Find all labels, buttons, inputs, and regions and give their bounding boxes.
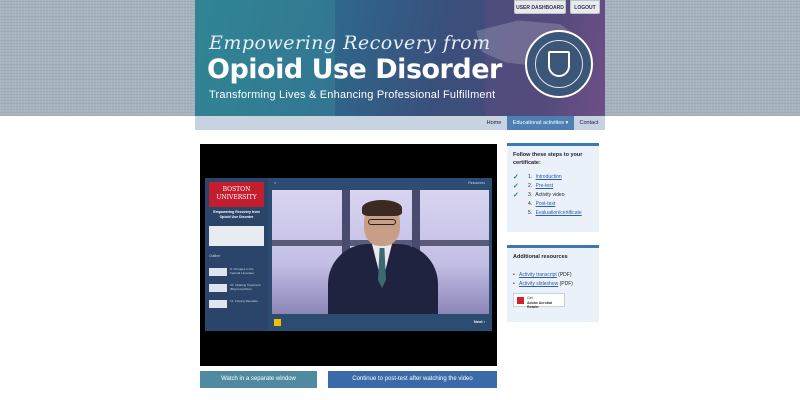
adobe-reader-text: Adobe Acrobat Reader [527,301,552,309]
get-adobe-reader-button[interactable]: Get Adobe Acrobat Reader [513,293,565,309]
checkmark-icon: ✓ [513,174,519,181]
outline-thumbnail [209,268,227,276]
activity-slideshow-link[interactable]: Activity slideshow [519,281,558,287]
video-player[interactable]: BOSTON UNIVERSITY Empowering Recovery fr… [200,144,497,366]
nav-contact[interactable]: Contact [576,116,602,130]
seal-logo [525,30,593,98]
activity-transcript-link[interactable]: Activity transcript [519,272,557,278]
step-label-activity-video: Activity video [535,192,565,198]
steps-list: ✓ 1. Introduction ✓ 2. Pre-test ✓ 3. Act… [513,173,593,218]
step-number: 2. [528,183,533,189]
menu-icon[interactable]: ≡ [274,181,276,185]
outline-thumbnail [209,284,227,292]
nav-home[interactable]: Home [484,116,504,130]
video-frame [272,190,489,314]
step-item: 5. Evaluation/certificate [513,209,593,218]
outline-item[interactable]: 11. Closing Remarks [209,298,264,310]
resource-item: Activity transcript (PDF) [513,271,593,280]
player-sidebar: BOSTON UNIVERSITY Empowering Recovery fr… [205,178,268,331]
continue-post-test-button[interactable]: Continue to post-test after watching the… [328,371,497,388]
presenter-glasses [368,219,396,225]
resources-card-title: Additional resources [513,254,568,260]
presenter-image [328,200,438,314]
outline-item-label: 11. Closing Remarks [230,299,258,303]
resources-button[interactable]: Resources [468,181,485,185]
outline-item-label: 10. Initiating Treatment (Buprenorphine) [230,283,261,291]
step-link-pre-test[interactable]: Pre-test [536,183,554,189]
resource-format: (PDF) [558,281,573,287]
step-item: ✓ 2. Pre-test [513,182,593,191]
checkmark-icon: ✓ [513,183,519,190]
step-number: 1. [528,174,533,180]
step-number: 4. [528,201,533,207]
boston-university-logo: BOSTON UNIVERSITY [209,182,264,207]
user-dashboard-button[interactable]: USER DASHBOARD [514,0,566,14]
step-item: ✓ 1. Introduction [513,173,593,182]
adobe-get-text: Get [527,296,533,300]
outline-thumbnail [209,300,227,308]
sidebar-slide-preview [209,226,264,246]
nav-educational-activities[interactable]: Educational activities ▾ [507,116,574,130]
shield-icon [548,51,570,77]
outline-item-label: 9. Changes in the Federal Lanscape [230,267,255,275]
main-nav: Home Educational activities ▾ Contact [195,116,605,130]
step-item: ✓ 3. Activity video [513,191,593,200]
step-item: 4. Post-test [513,200,593,209]
steps-card: Follow these steps to your certificate: … [507,143,599,232]
resource-format: (PDF) [556,272,572,278]
resource-item: Activity slideshow (PDF) [513,280,593,289]
player-controls: Next › [272,316,489,329]
step-link-post-test[interactable]: Post-test [536,201,556,207]
outline-item[interactable]: 9. Changes in the Federal Lanscape [209,266,264,278]
resources-card: Additional resources Activity transcript… [507,245,599,322]
step-link-introduction[interactable]: Introduction [536,174,562,180]
next-button[interactable]: Next › [474,319,485,324]
watch-separate-window-button[interactable]: Watch in a separate window [200,371,317,388]
banner-script-title: Empowering Recovery from [209,32,491,54]
play-icon[interactable] [274,319,281,326]
checkmark-icon: ✓ [513,192,519,199]
outline-item[interactable]: 10. Initiating Treatment (Buprenorphine) [209,282,264,294]
header-banner: Empowering Recovery from Opioid Use Diso… [195,0,605,116]
banner-title: Opioid Use Disorder [207,54,502,85]
logout-button[interactable]: LOGOUT [570,0,600,14]
player-topbar: ≡ Resources [272,180,489,188]
presenter-hair [362,200,402,216]
step-number: 5. [528,210,533,216]
storyline-player[interactable]: BOSTON UNIVERSITY Empowering Recovery fr… [205,178,492,331]
outline-label: Outline [209,254,221,258]
steps-card-title: Follow these steps to your certificate: [513,152,583,166]
sidebar-course-title: Empowering Recovery from Opioid Use Diso… [213,210,260,219]
step-number: 3. [528,192,533,198]
resources-list: Activity transcript (PDF) Activity slide… [513,271,593,289]
banner-subtitle: Transforming Lives & Enhancing Professio… [209,89,496,101]
step-link-evaluation-certificate[interactable]: Evaluation/certificate [536,210,582,216]
adobe-acrobat-icon [517,297,524,304]
